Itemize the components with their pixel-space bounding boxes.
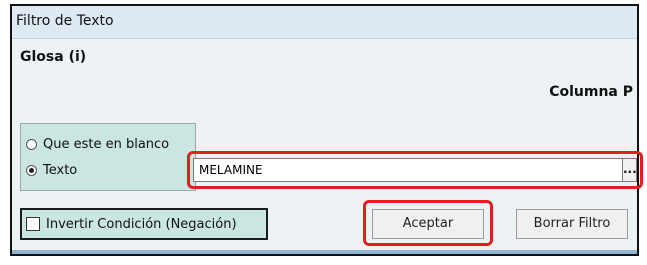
browse-button[interactable]: ...: [623, 158, 637, 182]
option-text-label: Texto: [43, 163, 78, 178]
dialog-title: Filtro de Texto: [16, 13, 114, 29]
field-name-label: Glosa (i): [20, 49, 87, 65]
title-bar: Filtro de Texto: [12, 6, 637, 39]
option-text[interactable]: Texto: [26, 163, 77, 178]
radio-blank[interactable]: [26, 139, 37, 150]
option-blank-label: Que este en blanco: [43, 137, 170, 152]
filter-option-group: Que este en blanco Texto: [20, 123, 196, 191]
accept-button[interactable]: Aceptar: [372, 209, 484, 239]
column-name-label: Columna P: [549, 84, 633, 100]
radio-text[interactable]: [26, 165, 37, 176]
invert-condition-checkbox[interactable]: Invertir Condición (Negación): [20, 208, 268, 240]
filter-text-input[interactable]: [193, 158, 623, 182]
invert-condition-label: Invertir Condición (Negación): [46, 216, 237, 232]
text-filter-dialog: Filtro de Texto Glosa (i) Columna P Que …: [10, 4, 643, 256]
clear-filter-button[interactable]: Borrar Filtro: [516, 209, 628, 239]
checkbox[interactable]: [26, 217, 40, 231]
option-blank[interactable]: Que este en blanco: [26, 137, 169, 152]
bottom-strip: [12, 250, 637, 254]
